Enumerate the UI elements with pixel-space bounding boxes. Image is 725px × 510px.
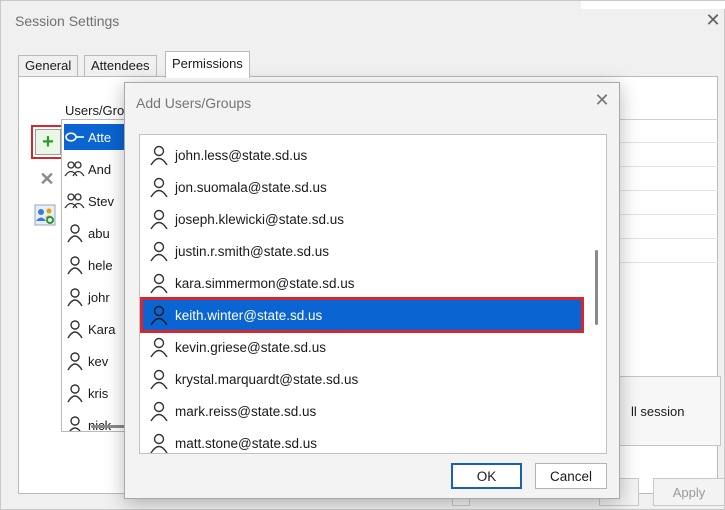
list-item[interactable]: matt.stone@state.sd.us [142, 427, 582, 453]
remove-user-button[interactable]: ✕ [36, 168, 58, 190]
user-icon [146, 238, 172, 264]
user-icon [146, 334, 172, 360]
plus-icon: + [35, 129, 61, 155]
tab-attendees[interactable]: Attendees [84, 55, 157, 77]
add-user-button[interactable]: + [31, 125, 65, 159]
close-dialog-button[interactable]: ✕ [592, 90, 612, 110]
list-item[interactable]: nick [64, 412, 111, 431]
list-item[interactable]: john.less@state.sd.us [142, 139, 582, 171]
list-item[interactable]: hele [64, 252, 113, 278]
x-icon: ✕ [39, 168, 55, 189]
user-icon [64, 351, 86, 371]
user-icon [64, 383, 86, 403]
user-icon [146, 430, 172, 453]
tab-general[interactable]: General [18, 55, 79, 77]
list-item[interactable]: Kara [64, 316, 115, 342]
list-item[interactable]: krystal.marquardt@state.sd.us [142, 363, 582, 395]
list-item[interactable]: kris [64, 380, 108, 406]
list-item[interactable]: jon.suomala@state.sd.us [142, 171, 582, 203]
window-title: Session Settings [15, 13, 120, 29]
background-edge [581, 1, 725, 9]
ok-button[interactable]: OK [451, 463, 522, 489]
users-groups-header: Users/Gro [65, 103, 125, 118]
user-icon [146, 142, 172, 168]
list-item[interactable]: johr [64, 284, 110, 310]
user-icon [64, 255, 86, 275]
list-item[interactable]: mark.reiss@state.sd.us [142, 395, 582, 427]
list-item[interactable]: kara.simmermon@state.sd.us [142, 267, 582, 299]
list-item[interactable]: Stev [64, 188, 114, 214]
vertical-scrollbar[interactable] [595, 250, 598, 325]
permissions-table [611, 119, 718, 275]
list-item[interactable]: abu [64, 220, 110, 246]
close-window-button[interactable]: ✕ [703, 10, 723, 30]
list-item[interactable]: kevin.griese@state.sd.us [142, 331, 582, 363]
dialog-title: Add Users/Groups [136, 95, 252, 111]
list-item[interactable]: kev [64, 348, 108, 374]
user-icon [64, 415, 86, 431]
user-icon [146, 206, 172, 232]
people-gear-icon [34, 204, 56, 226]
cancel-button[interactable]: Cancel [535, 463, 607, 489]
list-item[interactable]: justin.r.smith@state.sd.us [142, 235, 582, 267]
key-icon [64, 127, 86, 147]
list-item-selected[interactable]: keith.winter@state.sd.us [140, 297, 584, 333]
user-icon [146, 366, 172, 392]
session-option-label: ll session [631, 404, 685, 419]
user-icon [64, 223, 86, 243]
group-permissions-button[interactable] [34, 204, 56, 226]
group-icon [64, 191, 86, 211]
add-users-groups-dialog: Add Users/Groups ✕ john.less@state.sd.us… [124, 82, 620, 499]
tab-permissions[interactable]: Permissions [165, 51, 250, 78]
group-icon [64, 159, 86, 179]
user-icon [146, 302, 172, 328]
list-item[interactable]: joseph.klewicki@state.sd.us [142, 203, 582, 235]
user-icon [146, 398, 172, 424]
user-icon [64, 287, 86, 307]
user-icon [146, 270, 172, 296]
user-icon [146, 174, 172, 200]
list-item[interactable]: And [64, 156, 111, 182]
user-icon [64, 319, 86, 339]
users-list[interactable]: john.less@state.sd.us jon.suomala@state.… [139, 134, 607, 454]
apply-button[interactable]: Apply [653, 478, 725, 506]
